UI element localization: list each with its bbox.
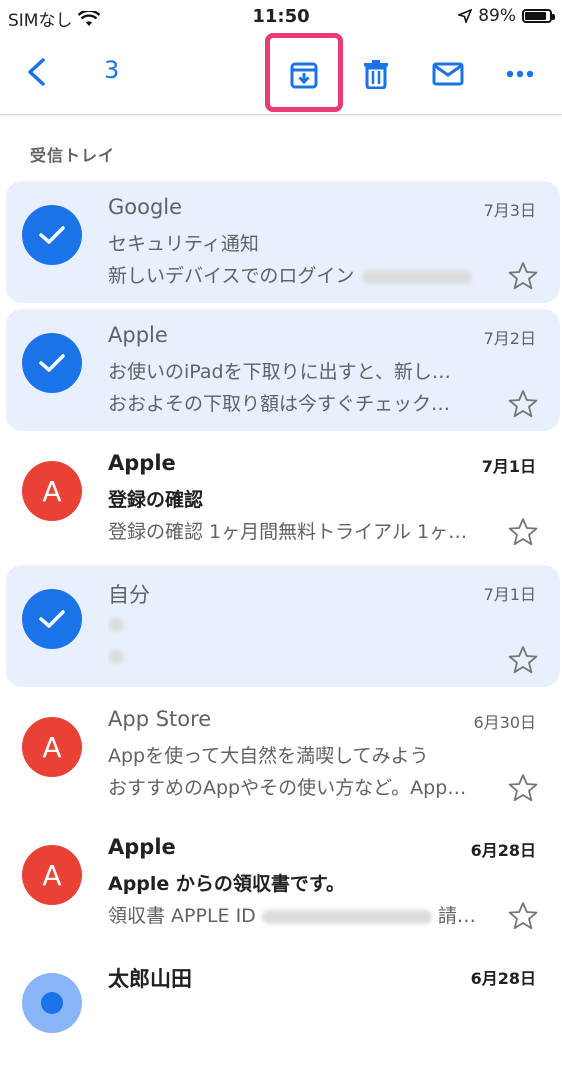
- star-icon[interactable]: [508, 389, 538, 419]
- star-icon[interactable]: [508, 901, 538, 931]
- star-icon[interactable]: [508, 517, 538, 547]
- check-icon: [39, 610, 65, 628]
- email-sender: App Store: [108, 707, 212, 731]
- battery-icon: [522, 9, 555, 23]
- email-subject: セキュリティ通知: [108, 233, 259, 255]
- email-snippet: 登録の確認 1ヶ月間無料トライアル 1ヶ…: [108, 521, 468, 543]
- delete-button[interactable]: [356, 52, 396, 96]
- email-snippet: おおよその下取り額は今すぐチェック…: [108, 393, 451, 415]
- email-date: 7月1日: [483, 585, 536, 604]
- email-sender: 自分: [108, 583, 150, 607]
- sender-avatar[interactable]: A: [22, 845, 82, 905]
- email-subject-redacted: [108, 613, 488, 635]
- email-date: 6月28日: [470, 841, 536, 860]
- sender-avatar[interactable]: A: [22, 717, 82, 777]
- battery-percent: 89%: [478, 6, 516, 26]
- email-date: 7月2日: [483, 329, 536, 348]
- more-dots-icon: [506, 70, 534, 78]
- back-arrow-icon: [28, 58, 45, 86]
- selected-avatar[interactable]: [22, 589, 82, 649]
- archive-highlight-box: [265, 33, 343, 112]
- location-arrow-icon: [458, 9, 473, 23]
- email-row[interactable]: A Apple 7月1日 登録の確認 登録の確認 1ヶ月間無料トライアル 1ヶ…: [6, 437, 560, 559]
- email-date: 7月3日: [483, 201, 536, 220]
- selected-avatar[interactable]: [22, 205, 82, 265]
- mark-unread-button[interactable]: [428, 52, 468, 96]
- more-options-button[interactable]: [500, 52, 540, 96]
- section-label: 受信トレイ: [30, 146, 116, 165]
- email-subject: Appを使って大自然を満喫してみよう: [108, 745, 429, 767]
- star-icon[interactable]: [508, 773, 538, 803]
- check-icon: [39, 354, 65, 372]
- email-row[interactable]: A Apple 6月28日 Apple からの領収書です。 領収書 APPLE …: [6, 821, 560, 943]
- sender-avatar[interactable]: A: [22, 461, 82, 521]
- email-sender: Apple: [108, 835, 176, 859]
- trash-icon: [364, 60, 388, 89]
- email-sender: Google: [108, 195, 183, 219]
- email-row[interactable]: Apple 7月2日 お使いのiPadを下取りに出すと、新し… おおよその下取り…: [6, 309, 560, 431]
- email-row[interactable]: Google 7月3日 セキュリティ通知 新しいデバイスでのログイン: [6, 181, 560, 303]
- email-row[interactable]: A App Store 6月30日 Appを使って大自然を満喫してみよう おすす…: [6, 693, 560, 815]
- email-snippet-redacted: [108, 645, 490, 667]
- email-date: 6月30日: [473, 713, 536, 732]
- email-subject: Apple からの領収書です。: [108, 873, 346, 895]
- selected-count: 3: [104, 56, 120, 84]
- email-row[interactable]: 自分 7月1日: [6, 565, 560, 687]
- email-sender: Apple: [108, 451, 176, 475]
- selected-avatar[interactable]: [22, 333, 82, 393]
- check-icon: [39, 226, 65, 244]
- avatar-dot: [41, 992, 63, 1014]
- email-row[interactable]: 太郎山田 6月28日: [6, 949, 560, 1071]
- email-subject: 登録の確認: [108, 489, 204, 511]
- star-icon[interactable]: [508, 261, 538, 291]
- email-snippet: 新しいデバイスでのログイン: [108, 261, 490, 288]
- email-snippet: 領収書 APPLE ID 請…: [108, 905, 476, 927]
- email-subject: お使いのiPadを下取りに出すと、新し…: [108, 361, 451, 383]
- email-date: 6月28日: [470, 969, 536, 988]
- email-date: 7月1日: [481, 457, 536, 476]
- back-button[interactable]: [16, 52, 56, 92]
- sender-avatar[interactable]: [22, 973, 82, 1033]
- status-bar: SIMなし 11:50 89%: [0, 0, 562, 34]
- star-icon[interactable]: [508, 645, 538, 675]
- email-sender: Apple: [108, 323, 168, 347]
- mail-icon: [432, 62, 464, 86]
- email-snippet: おすすめのAppやその使い方など。App…: [108, 777, 467, 799]
- email-sender: 太郎山田: [108, 967, 192, 991]
